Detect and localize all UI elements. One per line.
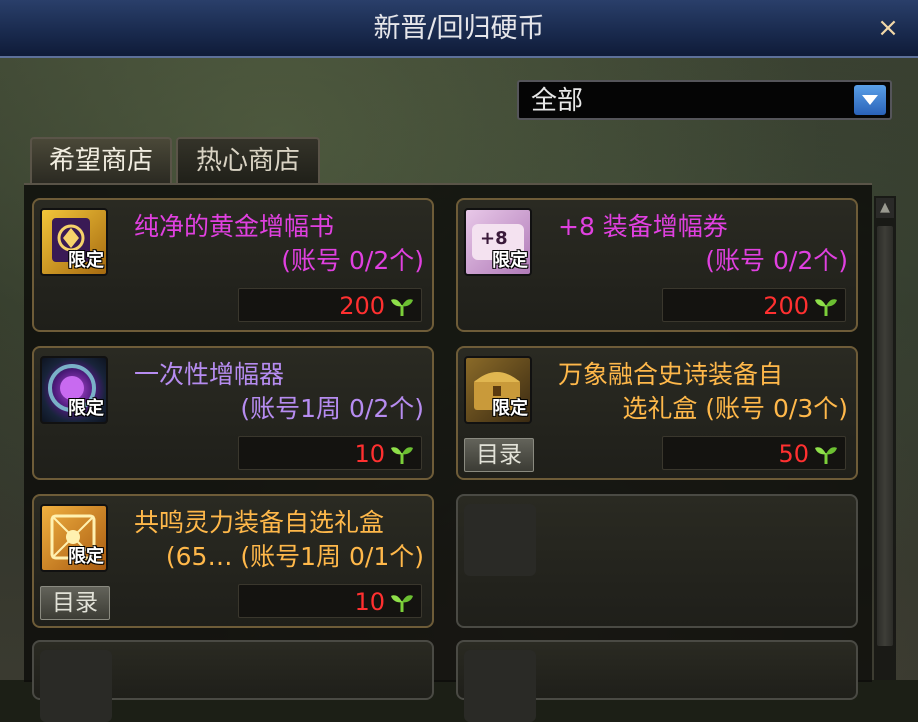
sprout-icon xyxy=(815,447,837,464)
price-box: 200 xyxy=(238,288,422,322)
shop-item-card[interactable]: 限定 一次性增幅器 (账号1周 0/2个) 10 xyxy=(32,346,434,480)
empty-icon-slot xyxy=(464,504,536,576)
catalog-button[interactable]: 目录 xyxy=(40,586,110,620)
limited-badge: 限定 xyxy=(492,250,528,271)
sprout-icon xyxy=(815,299,837,316)
scroll-up-icon[interactable]: ▲ xyxy=(876,198,894,218)
item-price: 200 xyxy=(763,292,809,320)
shop-item-card[interactable]: 限定 共鸣灵力装备自选礼盒 (65… (账号1周 0/1个) 目录 10 xyxy=(32,494,434,628)
item-limit: (账号1周 0/2个) xyxy=(240,394,424,423)
limited-badge: 限定 xyxy=(68,546,104,567)
empty-item-slot xyxy=(456,640,858,722)
tab-enthusiastic-shop[interactable]: 热心商店 xyxy=(176,137,320,183)
item-limit: (65… (账号1周 0/1个) xyxy=(165,542,424,571)
price-box: 10 xyxy=(238,584,422,618)
empty-icon-slot xyxy=(464,650,536,722)
limited-badge: 限定 xyxy=(68,250,104,271)
price-box: 10 xyxy=(238,436,422,470)
empty-item-slot xyxy=(456,494,858,628)
resonance-box-icon: 限定 xyxy=(40,504,108,572)
window-titlebar: 新晋/回归硬币 × xyxy=(0,0,918,58)
chevron-down-icon[interactable] xyxy=(854,85,886,115)
tab-hope-shop[interactable]: 希望商店 xyxy=(30,137,172,183)
sprout-icon xyxy=(391,595,413,612)
window-title: 新晋/回归硬币 xyxy=(373,13,545,44)
amplifier-orb-icon: 限定 xyxy=(40,356,108,424)
close-icon[interactable]: × xyxy=(872,12,904,44)
item-price: 10 xyxy=(354,588,385,616)
item-name: 万象融合史诗装备自 xyxy=(558,360,784,389)
price-box: 50 xyxy=(662,436,846,470)
sprout-icon xyxy=(391,447,413,464)
item-limit: 选礼盒 (账号 0/3个) xyxy=(622,394,848,423)
item-name: +8 装备增幅券 xyxy=(558,212,728,241)
shop-item-card[interactable]: 限定 纯净的黄金增幅书 (账号 0/2个) 200 xyxy=(32,198,434,332)
gold-scroll-icon: 限定 xyxy=(40,208,108,276)
item-price: 10 xyxy=(354,440,385,468)
category-dropdown[interactable]: 全部 xyxy=(517,80,892,120)
item-name: 纯净的黄金增幅书 xyxy=(134,212,335,241)
empty-item-slot xyxy=(32,640,434,722)
treasure-chest-icon: 限定 xyxy=(464,356,532,424)
shop-item-card[interactable]: 限定 万象融合史诗装备自 选礼盒 (账号 0/3个) 目录 50 xyxy=(456,346,858,480)
item-limit: (账号 0/2个) xyxy=(705,246,848,275)
item-name: 一次性增幅器 xyxy=(134,360,285,389)
catalog-button[interactable]: 目录 xyxy=(464,438,534,472)
item-price: 200 xyxy=(339,292,385,320)
item-name: 共鸣灵力装备自选礼盒 xyxy=(134,508,385,537)
price-box: 200 xyxy=(662,288,846,322)
limited-badge: 限定 xyxy=(492,398,528,419)
plus8-voucher-icon: +8 限定 xyxy=(464,208,532,276)
item-limit: (账号 0/2个) xyxy=(281,246,424,275)
item-price: 50 xyxy=(778,440,809,468)
empty-icon-slot xyxy=(40,650,112,722)
shop-item-card[interactable]: +8 限定 +8 装备增幅券 (账号 0/2个) 200 xyxy=(456,198,858,332)
limited-badge: 限定 xyxy=(68,398,104,419)
sprout-icon xyxy=(391,299,413,316)
scrollbar-thumb[interactable] xyxy=(877,226,893,646)
dropdown-selected-value: 全部 xyxy=(531,86,584,116)
